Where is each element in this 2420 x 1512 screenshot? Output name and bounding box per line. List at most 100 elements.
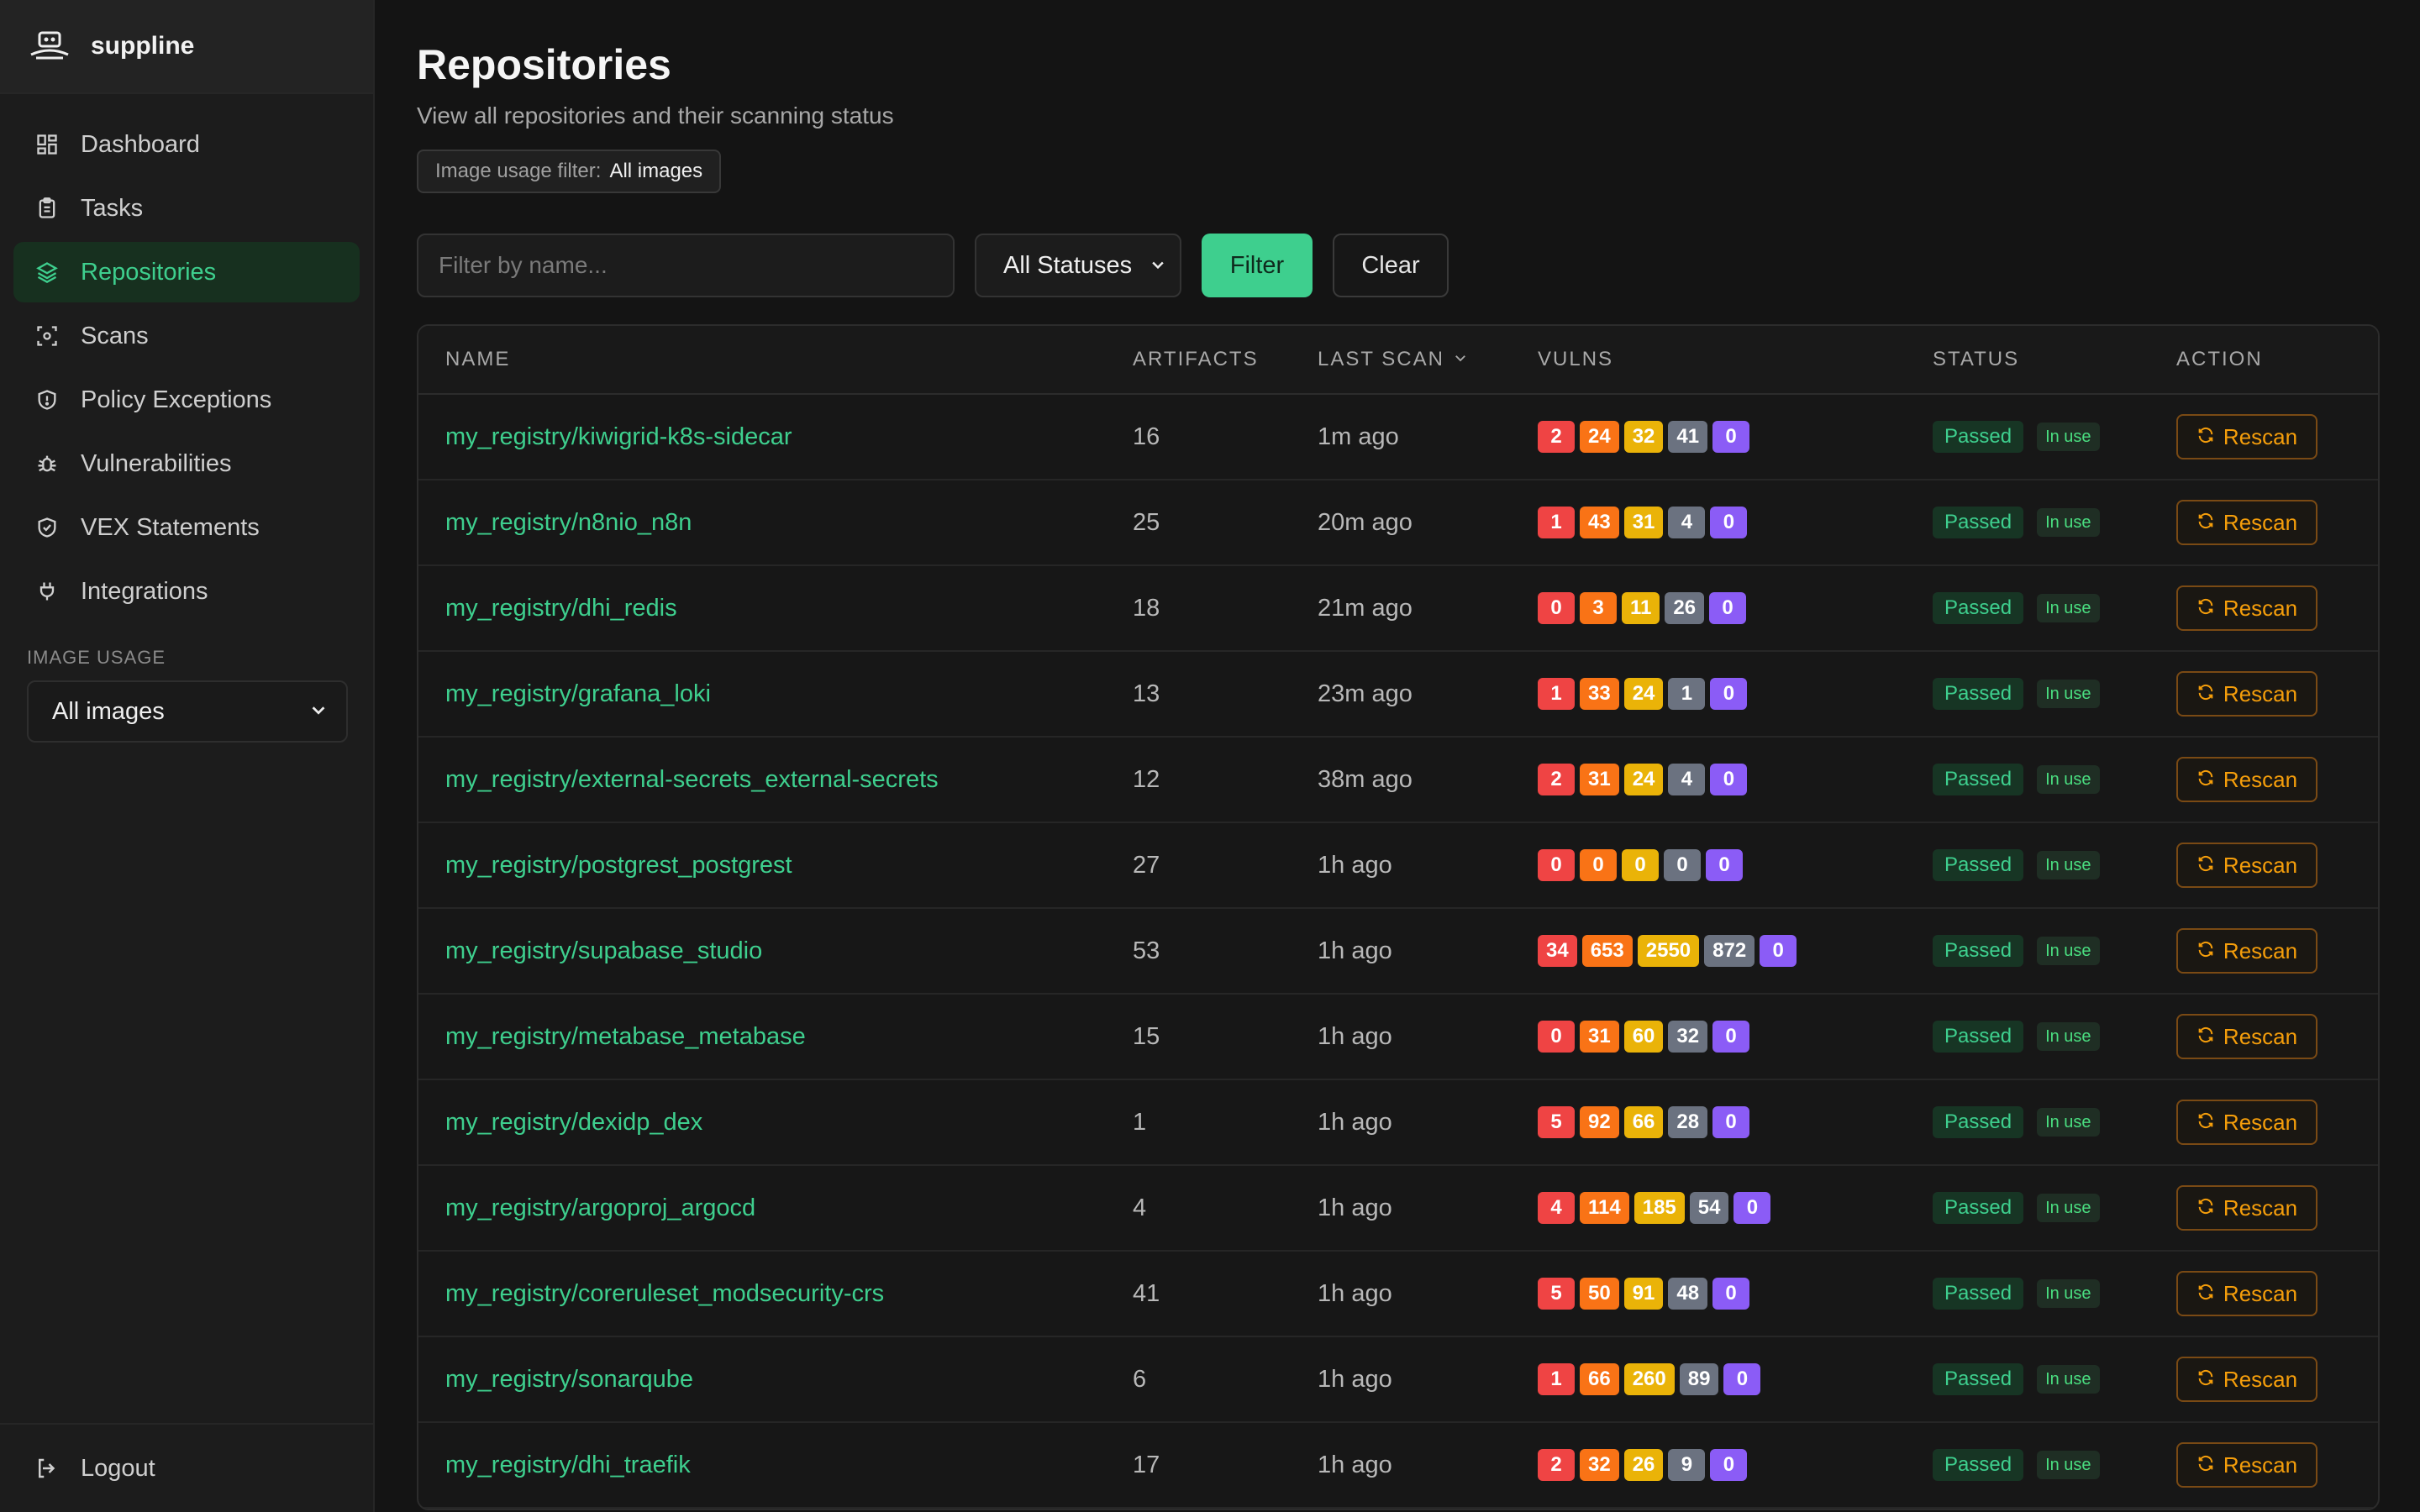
sidebar-item-label: Dashboard bbox=[81, 130, 200, 158]
last-scan-time: 20m ago bbox=[1318, 508, 1413, 536]
artifacts-count: 53 bbox=[1133, 937, 1160, 964]
name-cell: my_registry/n8nio_n8n bbox=[418, 509, 1133, 537]
table-row: my_registry/external-secrets_external-se… bbox=[418, 738, 2378, 823]
rescan-button[interactable]: Rescan bbox=[2176, 843, 2317, 888]
status-badge: Passed bbox=[1933, 421, 2024, 453]
rescan-button[interactable]: Rescan bbox=[2176, 671, 2317, 717]
rescan-label: Rescan bbox=[2223, 1023, 2298, 1049]
sidebar-item-label: Integrations bbox=[81, 577, 208, 605]
rescan-button[interactable]: Rescan bbox=[2176, 1014, 2317, 1059]
refresh-icon bbox=[2196, 596, 2215, 622]
refresh-icon bbox=[2196, 1195, 2215, 1221]
name-cell: my_registry/metabase_metabase bbox=[418, 1023, 1133, 1051]
usage-badge: In use bbox=[2037, 1451, 2100, 1479]
rescan-button[interactable]: Rescan bbox=[2176, 414, 2317, 459]
repository-link[interactable]: my_registry/supabase_studio bbox=[445, 937, 762, 964]
logout-button[interactable]: Logout bbox=[0, 1423, 375, 1512]
repository-link[interactable]: my_registry/n8nio_n8n bbox=[445, 509, 692, 536]
status-wrap: Passed In use bbox=[1933, 592, 2176, 624]
repository-link[interactable]: my_registry/argoproj_argocd bbox=[445, 1194, 755, 1221]
vuln-high-badge: 31 bbox=[1580, 764, 1619, 795]
repository-link[interactable]: my_registry/grafana_loki bbox=[445, 680, 711, 707]
usage-badge: In use bbox=[2037, 423, 2100, 451]
image-usage-select-value: All images bbox=[52, 697, 165, 725]
refresh-icon bbox=[2196, 424, 2215, 450]
status-wrap: Passed In use bbox=[1933, 1278, 2176, 1310]
table-row: my_registry/n8nio_n8n 25 20m ago 1 43 31 4 0 Pas… bbox=[418, 480, 2378, 566]
repository-link[interactable]: my_registry/coreruleset_modsecurity-crs bbox=[445, 1280, 884, 1307]
status-cell: Passed In use bbox=[1933, 1021, 2176, 1053]
rescan-button[interactable]: Rescan bbox=[2176, 585, 2317, 631]
sidebar-item-policy-exceptions[interactable]: Policy Exceptions bbox=[13, 370, 360, 430]
rescan-button[interactable]: Rescan bbox=[2176, 757, 2317, 802]
scan-icon bbox=[34, 323, 60, 349]
action-cell: Rescan bbox=[2176, 1442, 2378, 1488]
sidebar-item-tasks[interactable]: Tasks bbox=[13, 178, 360, 239]
column-header-artifacts[interactable]: ARTIFACTS bbox=[1133, 348, 1318, 371]
column-header-name[interactable]: NAME bbox=[418, 348, 1133, 371]
sidebar-nav: Dashboard Tasks Repositories Scans Policy Ex… bbox=[0, 94, 373, 622]
name-filter-input[interactable] bbox=[417, 234, 955, 297]
last-scan-time: 1h ago bbox=[1318, 1365, 1392, 1393]
repository-link[interactable]: my_registry/metabase_metabase bbox=[445, 1023, 806, 1050]
column-header-last-scan[interactable]: LAST SCAN bbox=[1318, 348, 1538, 371]
rescan-button[interactable]: Rescan bbox=[2176, 500, 2317, 545]
refresh-icon bbox=[2196, 1110, 2215, 1136]
last-scan-time: 38m ago bbox=[1318, 765, 1413, 793]
refresh-icon bbox=[2196, 1367, 2215, 1393]
repository-link[interactable]: my_registry/dhi_redis bbox=[445, 595, 677, 622]
status-wrap: Passed In use bbox=[1933, 764, 2176, 795]
vuln-medium-badge: 91 bbox=[1623, 1278, 1664, 1310]
refresh-icon bbox=[2196, 853, 2215, 879]
refresh-icon bbox=[2196, 1024, 2215, 1050]
image-usage-select[interactable]: All images bbox=[27, 680, 348, 743]
sidebar-item-vulnerabilities[interactable]: Vulnerabilities bbox=[13, 433, 360, 494]
action-cell: Rescan bbox=[2176, 843, 2378, 888]
status-badge: Passed bbox=[1933, 764, 2024, 795]
action-cell: Rescan bbox=[2176, 1185, 2378, 1231]
repository-link[interactable]: my_registry/dhi_traefik bbox=[445, 1452, 691, 1478]
app-name: suppline bbox=[91, 32, 195, 60]
artifacts-count: 1 bbox=[1133, 1108, 1147, 1136]
artifacts-count: 16 bbox=[1133, 423, 1160, 450]
clear-button[interactable]: Clear bbox=[1333, 234, 1449, 297]
vuln-low-badge: 54 bbox=[1689, 1192, 1729, 1224]
sidebar-item-repositories[interactable]: Repositories bbox=[13, 242, 360, 302]
sidebar-item-integrations[interactable]: Integrations bbox=[13, 561, 360, 622]
rescan-button[interactable]: Rescan bbox=[2176, 1271, 2317, 1316]
column-header-vulns[interactable]: VULNS bbox=[1538, 348, 1933, 371]
table-row: my_registry/dhi_traefik 17 1h ago 2 32 26 9 0 Pa… bbox=[418, 1423, 2378, 1509]
repository-link[interactable]: my_registry/dexidp_dex bbox=[445, 1109, 702, 1136]
vuln-low-badge: 1 bbox=[1668, 678, 1706, 710]
status-select[interactable]: All Statuses bbox=[975, 234, 1181, 297]
rescan-button[interactable]: Rescan bbox=[2176, 928, 2317, 974]
usage-badge: In use bbox=[2037, 851, 2100, 879]
rescan-button[interactable]: Rescan bbox=[2176, 1100, 2317, 1145]
rescan-label: Rescan bbox=[2223, 680, 2298, 706]
filter-button[interactable]: Filter bbox=[1202, 234, 1313, 297]
rescan-button[interactable]: Rescan bbox=[2176, 1185, 2317, 1231]
column-header-status[interactable]: STATUS bbox=[1933, 348, 2176, 371]
usage-badge: In use bbox=[2037, 1108, 2100, 1137]
vuln-unknown-badge: 0 bbox=[1733, 1192, 1771, 1224]
sidebar-item-vex-statements[interactable]: VEX Statements bbox=[13, 497, 360, 558]
status-cell: Passed In use bbox=[1933, 1192, 2176, 1224]
status-wrap: Passed In use bbox=[1933, 1363, 2176, 1395]
usage-badge: In use bbox=[2037, 1279, 2100, 1308]
name-cell: my_registry/sonarqube bbox=[418, 1366, 1133, 1394]
repository-link[interactable]: my_registry/kiwigrid-k8s-sidecar bbox=[445, 423, 792, 450]
action-cell: Rescan bbox=[2176, 414, 2378, 459]
status-cell: Passed In use bbox=[1933, 849, 2176, 881]
repository-link[interactable]: my_registry/sonarqube bbox=[445, 1366, 693, 1393]
repository-link[interactable]: my_registry/external-secrets_external-se… bbox=[445, 766, 939, 793]
repository-link[interactable]: my_registry/postgrest_postgrest bbox=[445, 852, 792, 879]
name-cell: my_registry/dhi_traefik bbox=[418, 1452, 1133, 1479]
rescan-button[interactable]: Rescan bbox=[2176, 1357, 2317, 1402]
rescan-button[interactable]: Rescan bbox=[2176, 1442, 2317, 1488]
sidebar-item-label: VEX Statements bbox=[81, 513, 260, 541]
table-row: my_registry/kiwigrid-k8s-sidecar 16 1m ago… bbox=[418, 395, 2378, 480]
vuln-critical-badge: 0 bbox=[1538, 592, 1575, 624]
sidebar-item-dashboard[interactable]: Dashboard bbox=[13, 114, 360, 175]
sidebar-item-scans[interactable]: Scans bbox=[13, 306, 360, 366]
sidebar-item-label: Scans bbox=[81, 322, 149, 349]
